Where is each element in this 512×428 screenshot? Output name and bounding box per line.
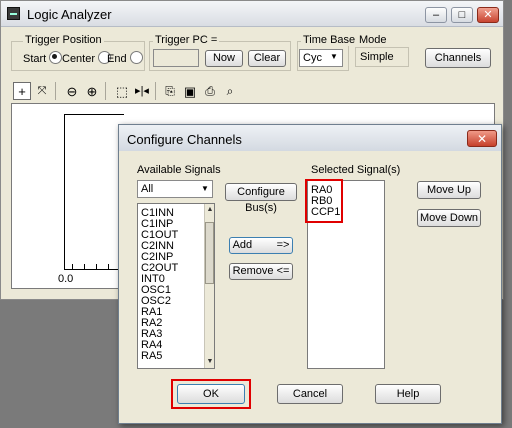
restore-button[interactable]: □ <box>451 7 473 23</box>
now-button[interactable]: Now <box>205 50 243 67</box>
time-base-select[interactable]: Cyc ▼ <box>299 49 343 67</box>
toolbar-separator <box>55 82 56 100</box>
trigger-end-label: End <box>107 53 127 65</box>
window-title: Logic Analyzer <box>27 7 112 22</box>
chevron-down-icon: ▼ <box>330 52 338 61</box>
scroll-up-icon[interactable]: ▲ <box>205 204 215 215</box>
zoom-in-icon[interactable]: ⊕ <box>83 82 101 100</box>
select-region-icon[interactable]: ⬚ <box>113 82 131 100</box>
copy-icon[interactable]: ⎘ <box>161 82 179 100</box>
time-base-label: Time Base <box>301 34 358 46</box>
close-button[interactable]: ✕ <box>477 7 499 23</box>
dialog-title: Configure Channels <box>127 132 242 147</box>
x-tick <box>96 264 97 269</box>
ok-button[interactable]: OK <box>177 384 245 404</box>
scroll-down-icon[interactable]: ▼ <box>205 356 215 367</box>
mode-label: Mode <box>357 34 389 46</box>
scrollbar-thumb[interactable] <box>205 222 214 284</box>
available-signals-scrollbar[interactable]: ▲ ▼ <box>204 204 214 368</box>
print-preview-icon[interactable]: ⌕ <box>221 82 239 100</box>
dialog-title-bar[interactable]: Configure Channels ✕ <box>119 125 501 151</box>
selected-signals-label: Selected Signal(s) <box>311 164 401 176</box>
remove-button[interactable]: Remove <= <box>229 263 293 280</box>
time-base-value: Cyc <box>303 52 322 64</box>
cursor-marker-icon[interactable]: ▸|◂ <box>133 82 151 100</box>
move-down-button[interactable]: Move Down <box>417 209 481 227</box>
chevron-down-icon: ▼ <box>201 184 209 193</box>
close-icon: ✕ <box>476 132 488 146</box>
trigger-start-label: Start <box>23 53 47 65</box>
configure-bus-button[interactable]: Configure Bus(s) <box>225 183 297 214</box>
x-tick-label: 0.0 <box>58 273 74 285</box>
help-button[interactable]: Help <box>375 384 441 404</box>
signal-filter-value: All <box>141 183 154 195</box>
waveform-plot-frame <box>64 114 124 270</box>
title-bar[interactable]: Logic Analyzer – □ ✕ <box>1 1 503 27</box>
trigger-pc-label: Trigger PC = <box>153 34 220 46</box>
toolbar-separator <box>155 82 156 100</box>
clear-button[interactable]: Clear <box>248 50 286 67</box>
cancel-button[interactable]: Cancel <box>277 384 343 404</box>
channels-button[interactable]: Channels <box>425 48 491 68</box>
available-signals-label: Available Signals <box>137 164 221 176</box>
toolbar-separator <box>105 82 106 100</box>
trigger-start-radio[interactable] <box>49 51 63 64</box>
x-axis <box>64 269 124 270</box>
add-button[interactable]: Add => <box>229 237 293 254</box>
trigger-end-option[interactable]: End <box>107 51 143 65</box>
signal-filter-select[interactable]: All ▼ <box>137 180 213 198</box>
configure-channels-dialog: Configure Channels ✕ Available Signals A… <box>118 124 502 424</box>
print-icon[interactable]: ⎙ <box>201 82 219 100</box>
mode-value: Simple <box>355 47 409 67</box>
minimize-button[interactable]: – <box>425 7 447 23</box>
logic-analyzer-app-icon <box>7 7 20 20</box>
x-tick <box>84 264 85 269</box>
toolbar: + ⤧ ⊖ ⊕ ⬚ ▸|◂ ⎘ ▣ ⎙ ⌕ <box>11 79 495 103</box>
move-up-button[interactable]: Move Up <box>417 181 481 199</box>
zoom-out-icon[interactable]: ⊖ <box>63 82 81 100</box>
crosshair-icon[interactable]: + <box>13 82 31 100</box>
available-signals-list[interactable]: C1INN C1INP C1OUT C2INN C2INP C2OUT INT0… <box>137 203 215 369</box>
trigger-center-option[interactable]: Center <box>62 51 112 65</box>
x-tick <box>72 264 73 269</box>
trigger-center-label: Center <box>62 53 96 65</box>
save-icon[interactable]: ▣ <box>181 82 199 100</box>
list-item[interactable]: RA5 <box>141 351 162 362</box>
pan-icon[interactable]: ⤧ <box>33 82 51 100</box>
trigger-position-label: Trigger Position <box>23 34 104 46</box>
selected-signals-highlight <box>305 179 343 223</box>
trigger-pc-input[interactable] <box>153 49 199 67</box>
trigger-end-radio[interactable] <box>129 51 143 64</box>
trigger-start-option[interactable]: Start <box>23 51 63 65</box>
x-tick <box>108 264 109 269</box>
dialog-close-button[interactable]: ✕ <box>467 130 497 147</box>
